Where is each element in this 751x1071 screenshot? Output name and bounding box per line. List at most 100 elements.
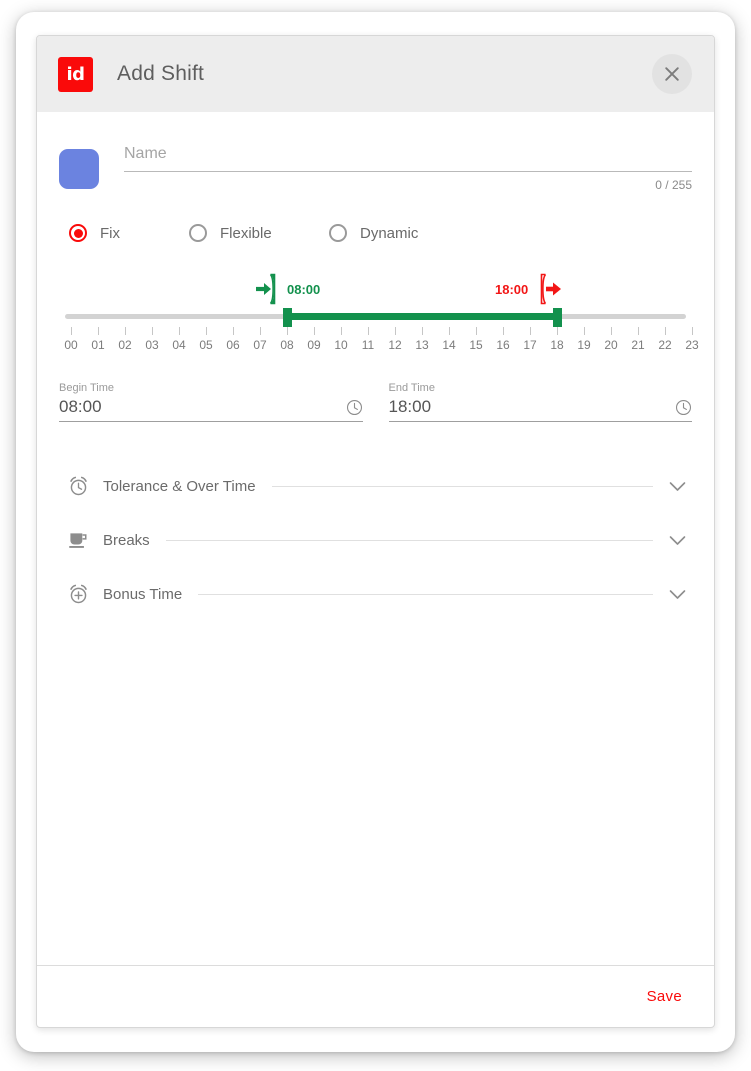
timeline-tick <box>341 327 342 335</box>
begin-time-field: Begin Time <box>59 382 363 422</box>
dialog-body: 0 / 255 Fix Flexible Dynamic <box>37 112 714 965</box>
end-time-input-line <box>388 397 692 422</box>
timeline-tick <box>71 327 72 335</box>
clock-icon <box>346 399 362 416</box>
timeline-tick <box>503 327 504 335</box>
timeline-handle-begin[interactable] <box>283 308 292 327</box>
time-inputs-row: Begin Time End Time <box>59 382 692 422</box>
timeline-tick-label: 09 <box>307 338 321 352</box>
timeline-tick <box>179 327 180 335</box>
alarm-clock-plus-icon <box>67 583 89 605</box>
timeline-tick <box>584 327 585 335</box>
dialog-header: id Add Shift <box>37 36 714 112</box>
timeline-tick <box>287 327 288 335</box>
close-icon <box>665 67 679 81</box>
timeline-tick <box>665 327 666 335</box>
section-divider <box>165 539 653 541</box>
timeline-tick-label: 17 <box>523 338 537 352</box>
name-input[interactable] <box>124 145 692 172</box>
name-row: 0 / 255 <box>59 112 692 192</box>
timeline-tick-label: 10 <box>334 338 348 352</box>
section-divider <box>198 593 653 595</box>
section-tolerance-over-time[interactable]: Tolerance & Over Time <box>59 459 692 513</box>
section-label: Bonus Time <box>103 585 183 603</box>
timeline-handle-end[interactable] <box>553 308 562 327</box>
timeline-tick-label: 20 <box>604 338 618 352</box>
timeline-tick <box>692 327 693 335</box>
timeline-tick-label: 01 <box>91 338 105 352</box>
timeline-tick-label: 11 <box>361 338 375 352</box>
timeline-tick <box>125 327 126 335</box>
close-button[interactable] <box>652 54 692 94</box>
timeline-tick <box>233 327 234 335</box>
save-button[interactable]: Save <box>647 988 682 1005</box>
timeline-tick <box>395 327 396 335</box>
timeline-tick-label: 22 <box>658 338 672 352</box>
timeline-tick-label: 15 <box>469 338 483 352</box>
timeline-tick <box>530 327 531 335</box>
shift-type-radio-group: Fix Flexible Dynamic <box>59 224 692 242</box>
timeline-tick-label: 18 <box>550 338 564 352</box>
shift-timeline: 08:00 18:00 00 01 02 03 04 05 06 07 08 0… <box>59 264 699 364</box>
name-char-counter: 0 / 255 <box>655 178 692 192</box>
timeline-tick-label: 02 <box>118 338 132 352</box>
timeline-track-area[interactable] <box>65 308 686 327</box>
timeline-begin-time: 08:00 <box>287 281 321 297</box>
shift-color-swatch[interactable] <box>59 149 99 189</box>
radio-option-dynamic[interactable]: Dynamic <box>329 224 418 242</box>
timeline-tick-label: 03 <box>145 338 159 352</box>
timeline-ticks: 00 01 02 03 04 05 06 07 08 09 10 11 12 13 14 15 16 17 18 19… <box>64 327 699 357</box>
radio-label-dynamic: Dynamic <box>360 224 419 242</box>
begin-time-clock-button[interactable] <box>346 399 363 417</box>
clock-icon <box>675 399 692 416</box>
begin-time-input-line <box>59 397 363 422</box>
end-time-input[interactable] <box>388 397 675 417</box>
timeline-tick <box>638 327 639 335</box>
section-breaks[interactable]: Breaks <box>59 513 692 567</box>
radio-option-flexible[interactable]: Flexible <box>189 224 329 242</box>
timeline-tick-label: 13 <box>415 338 429 352</box>
section-divider <box>271 485 653 487</box>
section-label: Breaks <box>103 531 150 549</box>
timeline-tick <box>449 327 450 335</box>
brand-logo: id <box>58 56 93 92</box>
timeline-tick <box>476 327 477 335</box>
coffee-cup-icon <box>67 530 89 550</box>
timeline-begin-marker: 08:00 <box>255 272 320 306</box>
end-time-clock-button[interactable] <box>675 399 692 417</box>
section-bonus-time[interactable]: Bonus Time <box>59 567 692 621</box>
timeline-tick <box>152 327 153 335</box>
timeline-end-time: 18:00 <box>495 281 529 297</box>
end-time-field: End Time <box>388 382 692 422</box>
timeline-tick <box>98 327 99 335</box>
radio-dot-dynamic <box>329 224 347 242</box>
timeline-tick <box>611 327 612 335</box>
name-field-wrap: 0 / 255 <box>124 145 692 192</box>
end-time-label: End Time <box>388 382 435 394</box>
timeline-tick <box>368 327 369 335</box>
begin-time-input[interactable] <box>59 397 346 417</box>
alarm-clock-icon <box>67 475 89 497</box>
timeline-tick <box>557 327 558 335</box>
chevron-down-icon[interactable] <box>669 535 692 546</box>
timeline-tick-label: 07 <box>253 338 267 352</box>
radio-dot-fix <box>69 224 87 242</box>
section-label: Tolerance & Over Time <box>103 477 256 495</box>
timeline-markers: 08:00 18:00 <box>65 264 686 308</box>
radio-label-fix: Fix <box>100 224 120 242</box>
page-title: Add Shift <box>117 62 205 85</box>
timeline-selected-range <box>287 313 557 320</box>
timeline-end-marker: 18:00 <box>495 272 562 306</box>
add-shift-dialog: id Add Shift 0 / 255 <box>36 35 715 1028</box>
timeline-tick-label: 14 <box>442 338 456 352</box>
timeline-tick-label: 06 <box>226 338 240 352</box>
timeline-tick-label: 16 <box>496 338 510 352</box>
timeline-tick-label: 23 <box>685 338 699 352</box>
chevron-down-icon[interactable] <box>669 589 692 600</box>
chevron-down-icon[interactable] <box>669 481 692 492</box>
radio-label-flexible: Flexible <box>220 224 272 242</box>
timeline-tick <box>314 327 315 335</box>
timeline-tick-label: 08 <box>280 338 294 352</box>
radio-option-fix[interactable]: Fix <box>69 224 189 242</box>
door-enter-icon <box>256 273 276 305</box>
